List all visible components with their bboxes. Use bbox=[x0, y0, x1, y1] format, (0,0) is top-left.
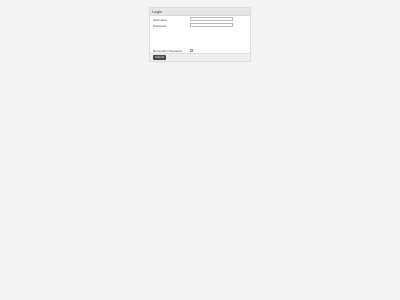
username-input[interactable] bbox=[190, 17, 233, 21]
login-title: Login bbox=[152, 9, 162, 14]
submit-button[interactable]: Submit bbox=[153, 55, 166, 60]
password-input[interactable] bbox=[190, 23, 233, 27]
login-panel: Login Username Password Remember Passwor… bbox=[149, 7, 251, 62]
username-label: Username bbox=[153, 18, 167, 22]
login-panel-header: Login bbox=[150, 8, 250, 16]
login-footer: Submit bbox=[150, 53, 250, 61]
password-label: Password bbox=[153, 24, 167, 28]
remember-password-checkbox[interactable] bbox=[190, 49, 193, 52]
